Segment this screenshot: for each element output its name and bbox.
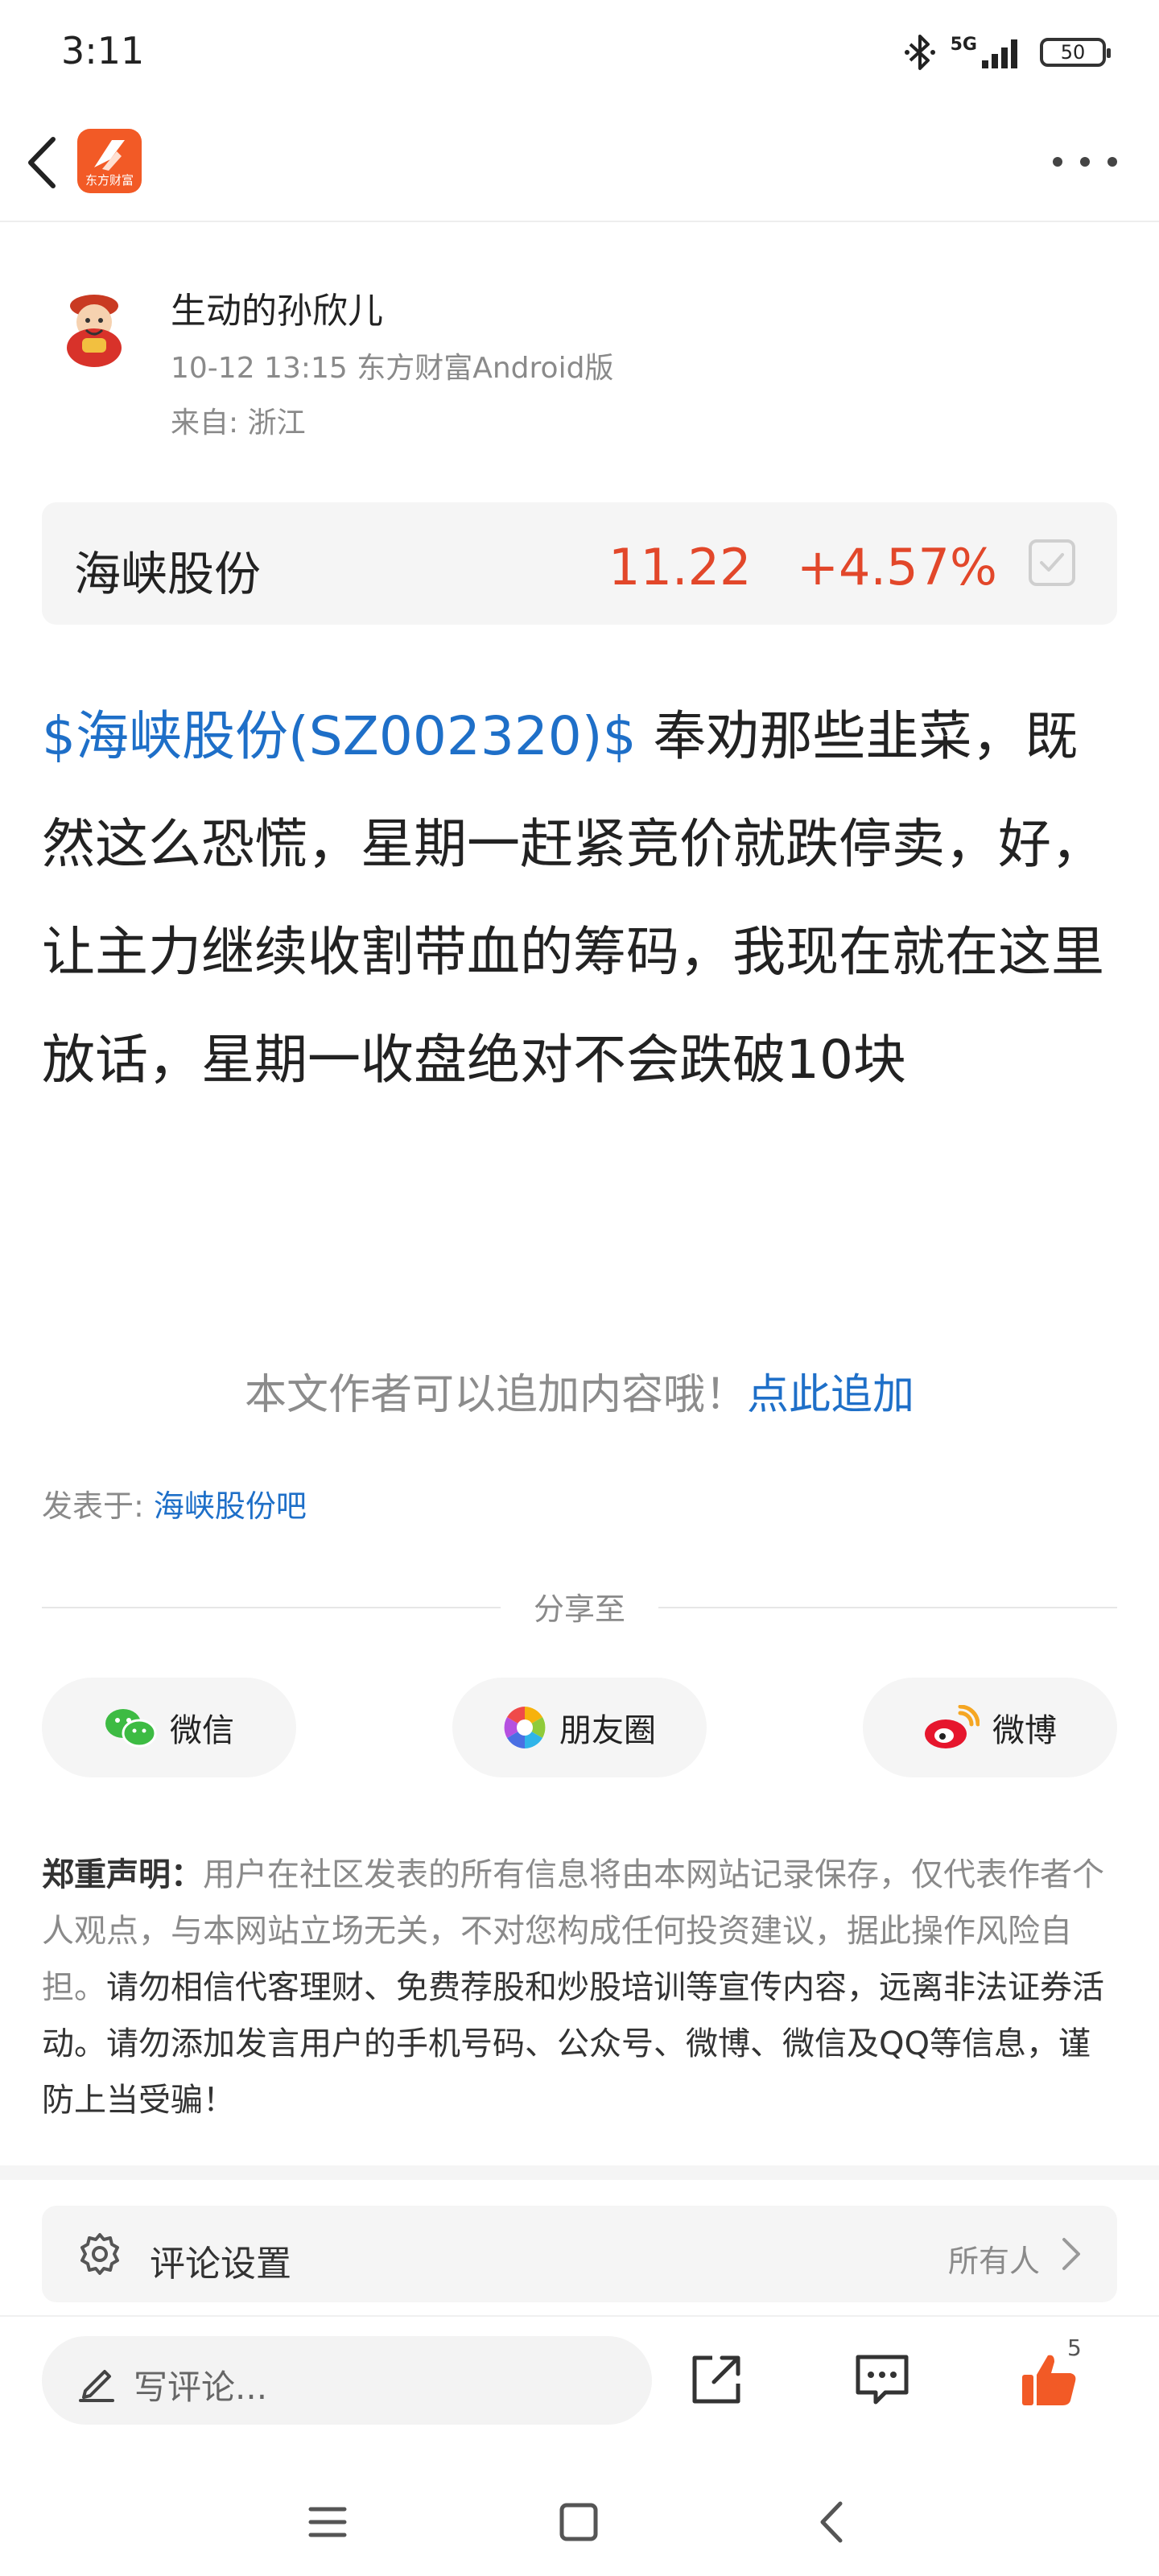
- more-dots-icon[interactable]: [1053, 150, 1117, 174]
- comment-settings-label: 评论设置: [150, 2244, 291, 2285]
- posted-in-label: 发表于:: [42, 1488, 154, 1524]
- append-link[interactable]: 点此追加: [747, 1371, 914, 1419]
- stock-card[interactable]: 海峡股份 11.22 +4.57%: [42, 502, 1117, 625]
- share-wechat-button[interactable]: 微信: [42, 1678, 296, 1777]
- post-content: $海峡股份(SZ002320)$ 奉劝那些韭菜，既然这么恐慌，星期一赶紧竞价就跌…: [42, 683, 1117, 1114]
- stock-tag-link[interactable]: $海峡股份(SZ002320)$: [42, 705, 637, 767]
- share-button[interactable]: [676, 2339, 757, 2420]
- stock-name: 海峡股份: [74, 547, 262, 601]
- comment-settings-row[interactable]: 评论设置 所有人: [42, 2206, 1117, 2302]
- nav-home-button[interactable]: [542, 2494, 615, 2550]
- status-icons: 5G 50: [904, 31, 1111, 74]
- weibo-icon: [925, 1705, 980, 1748]
- bluetooth-icon: [904, 35, 935, 70]
- append-tip: 本文作者可以追加内容哦！点此追加: [0, 1360, 1159, 1421]
- stock-price: 11.22: [608, 538, 752, 597]
- home-square-icon: [559, 2503, 598, 2541]
- check-icon: [1040, 553, 1064, 572]
- gear-icon: [80, 2233, 119, 2275]
- comment-icon: [856, 2355, 909, 2405]
- avatar-image: [50, 282, 138, 370]
- share-divider-right: [658, 1607, 1117, 1608]
- avatar[interactable]: [50, 282, 138, 370]
- append-tip-text: 本文作者可以追加内容哦！: [244, 1371, 747, 1419]
- posted-in: 发表于: 海峡股份吧: [42, 1481, 307, 1525]
- comments-button[interactable]: [842, 2339, 922, 2420]
- section-divider: [0, 2165, 1159, 2180]
- pencil-icon: [79, 2370, 114, 2402]
- share-label: 分享至: [533, 1591, 625, 1627]
- nav-back-icon: [820, 2501, 843, 2543]
- status-time: 3:11: [61, 29, 145, 72]
- add-watchlist-checkbox[interactable]: [1029, 539, 1075, 586]
- nav-back-button[interactable]: [795, 2494, 868, 2550]
- share-weibo-label: 微博: [992, 1712, 1057, 1749]
- share-divider-left: [42, 1607, 501, 1608]
- wechat-icon: [105, 1709, 157, 1748]
- moments-icon: [504, 1707, 546, 1748]
- disclaimer-title: 郑重声明：: [42, 1856, 203, 1893]
- comment-settings-value: 所有人: [947, 2244, 1040, 2279]
- stock-change: +4.57%: [797, 538, 997, 597]
- logo-text: 东方财富: [85, 173, 134, 188]
- nav-menu-button[interactable]: [291, 2494, 364, 2550]
- chevron-right-icon: [1062, 2238, 1080, 2270]
- battery-icon: 50: [1040, 38, 1111, 67]
- app-bar: 东方财富: [0, 105, 1159, 222]
- bottom-action-bar: 写评论... 5: [0, 2315, 1159, 2436]
- signal-icon: [982, 39, 1017, 68]
- disclaimer: 郑重声明：用户在社区发表的所有信息将由本网站记录保存，仅代表作者个人观点，与本网…: [42, 1847, 1117, 2128]
- network-type: 5G: [951, 35, 1025, 70]
- system-nav-bar: [0, 2463, 1159, 2576]
- post-location: 来自: 浙江: [171, 407, 306, 440]
- logo-swoosh-icon: [94, 140, 125, 171]
- like-count: 5: [1067, 2334, 1082, 2361]
- author-name[interactable]: 生动的孙欣儿: [171, 282, 383, 333]
- share-moments-label: 朋友圈: [559, 1712, 656, 1749]
- forum-link[interactable]: 海峡股份吧: [154, 1488, 307, 1524]
- post-meta: 10-12 13:15 东方财富Android版: [171, 352, 614, 385]
- share-wechat-label: 微信: [170, 1712, 234, 1749]
- share-weibo-button[interactable]: 微博: [863, 1678, 1117, 1777]
- disclaimer-text-2: 请勿相信代客理财、免费荐股和炒股培训等宣传内容，远离非法证券活动。请勿添加发言用…: [42, 1969, 1104, 2119]
- share-icon: [692, 2355, 740, 2404]
- app-logo[interactable]: 东方财富: [77, 129, 142, 193]
- back-arrow-icon: [28, 137, 56, 188]
- write-comment-input[interactable]: 写评论...: [42, 2336, 652, 2425]
- menu-icon: [308, 2507, 347, 2537]
- back-button[interactable]: [14, 127, 69, 198]
- status-bar: 3:11 5G 50: [0, 0, 1159, 105]
- write-comment-placeholder: 写评论...: [134, 2368, 268, 2407]
- share-moments-button[interactable]: 朋友圈: [452, 1678, 707, 1777]
